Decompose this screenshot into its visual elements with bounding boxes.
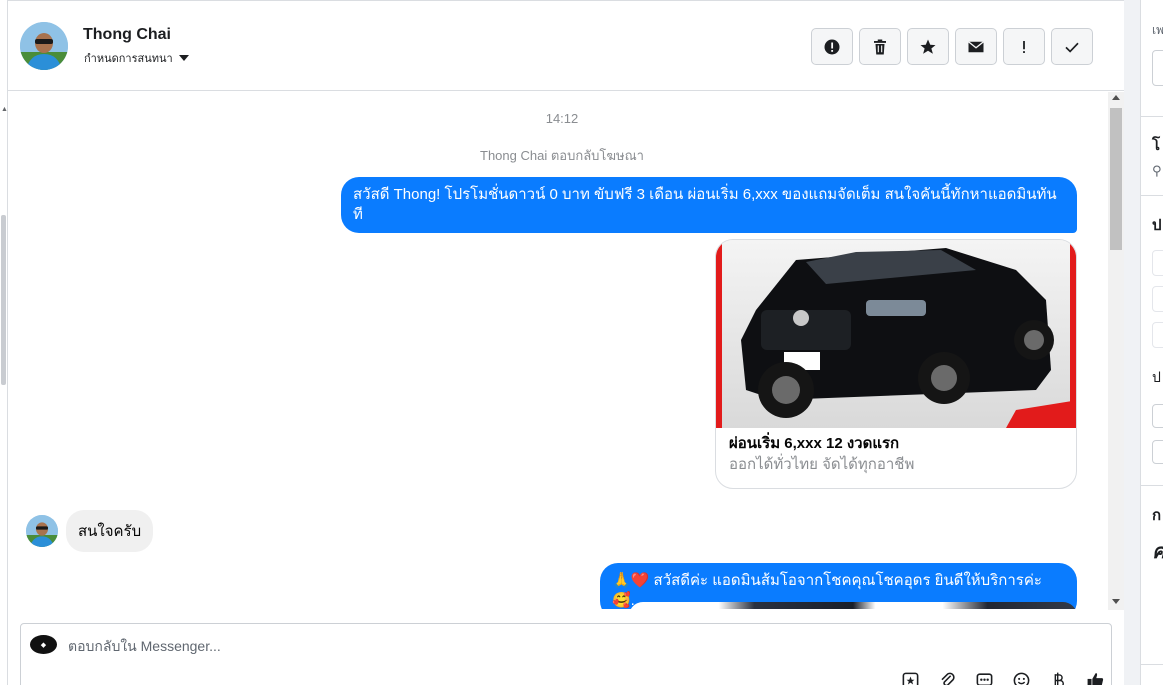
- details-field[interactable]: [1152, 404, 1163, 428]
- reply-input[interactable]: [68, 636, 768, 656]
- emoji-button[interactable]: [1010, 670, 1032, 685]
- composer-tools: [899, 670, 1106, 685]
- exclamation-icon: [1023, 40, 1025, 53]
- message-timestamp: 14:12: [545, 111, 579, 126]
- trash-icon: [874, 39, 886, 54]
- alert-circle-icon: [824, 39, 840, 54]
- ad-card-image[interactable]: [716, 240, 1076, 428]
- incoming-message[interactable]: สนใจครับ: [66, 510, 154, 552]
- details-field[interactable]: [1152, 440, 1163, 464]
- thumbs-up-icon: [1087, 672, 1103, 685]
- scroll-down-arrow-icon[interactable]: [1112, 599, 1120, 604]
- like-button[interactable]: [1084, 670, 1106, 685]
- pickup-truck-image: [716, 240, 1076, 428]
- contact-name[interactable]: Thong Chai: [83, 26, 171, 44]
- divider: [1141, 664, 1163, 665]
- saved-reply-icon: [902, 672, 918, 685]
- conversation-header: Thong Chai กำหนดการสนทนา: [8, 0, 1124, 91]
- details-heading: ป: [1152, 217, 1162, 234]
- left-scroll-arrow-icon[interactable]: ▲: [1, 106, 8, 113]
- scroll-up-arrow-icon[interactable]: [1112, 95, 1120, 100]
- scrollbar-thumb[interactable]: [1110, 108, 1122, 250]
- check-icon: [1065, 42, 1079, 53]
- inbox-window: ▲ Thong Chai กำหนดการสนทนา 14:12 Thong C…: [0, 0, 1163, 685]
- label-chip[interactable]: [1152, 322, 1163, 348]
- contact-details-panel: เพ โ ⚲ ป ป ก ค: [1140, 0, 1163, 685]
- attach-button[interactable]: [936, 670, 958, 685]
- star-button[interactable]: [907, 28, 949, 65]
- details-heading: ก: [1152, 507, 1162, 524]
- delete-button[interactable]: [859, 28, 901, 65]
- payment-button[interactable]: [1047, 670, 1069, 685]
- label-chip[interactable]: [1152, 286, 1163, 312]
- conversation-scrollbar[interactable]: [1108, 92, 1124, 610]
- divider: [1141, 195, 1163, 196]
- star-icon: [920, 39, 936, 54]
- left-scrollbar-thumb[interactable]: [1, 215, 6, 385]
- chat-dots-icon: [976, 672, 992, 685]
- contact-avatar[interactable]: [20, 22, 68, 70]
- follow-up-button[interactable]: [1003, 28, 1045, 65]
- saved-reply-button[interactable]: [899, 670, 921, 685]
- header-actions: [811, 28, 1093, 65]
- ad-card[interactable]: ผ่อนเริ่ม 6,xxx 12 งวดแรก ออกได้ทั่วไทย …: [715, 239, 1077, 489]
- location-pin-icon: ⚲: [1152, 163, 1162, 178]
- message-list[interactable]: 14:12 Thong Chai ตอบกลับโฆษณา สวัสดี Tho…: [8, 92, 1108, 609]
- divider: [1141, 485, 1163, 486]
- mark-unread-button[interactable]: [955, 28, 997, 65]
- details-fragment: เพ: [1152, 23, 1163, 37]
- details-fragment: ค: [1152, 535, 1163, 567]
- panel-gap: [1124, 0, 1140, 685]
- more-options-button[interactable]: [973, 670, 995, 685]
- label-chip[interactable]: [1152, 250, 1163, 276]
- contact-avatar-small[interactable]: [26, 515, 58, 547]
- envelope-icon: [968, 40, 984, 52]
- conversation-label-dropdown[interactable]: กำหนดการสนทนา: [84, 49, 189, 67]
- ad-card-subtitle: ออกได้ทั่วไทย จัดได้ทุกอาชีพ: [729, 456, 915, 473]
- smiley-icon: [1013, 672, 1029, 685]
- left-panel-edge: ▲: [0, 0, 8, 685]
- outgoing-message[interactable]: สวัสดี Thong! โปรโมชั่นดาวน์ 0 บาท ขับฟร…: [341, 177, 1077, 233]
- divider: [1141, 116, 1163, 117]
- ad-card-preview[interactable]: [629, 602, 1077, 609]
- reply-composer: ◆: [20, 623, 1112, 685]
- details-fragment: ป: [1152, 369, 1161, 385]
- spam-button[interactable]: [811, 28, 853, 65]
- page-avatar: ◆: [30, 635, 57, 654]
- details-field[interactable]: [1152, 50, 1163, 86]
- ad-reply-note: Thong Chai ตอบกลับโฆษณา: [480, 148, 644, 163]
- details-heading: โ: [1152, 137, 1161, 154]
- done-button[interactable]: [1051, 28, 1093, 65]
- baht-icon: [1054, 672, 1064, 685]
- conversation-label-text: กำหนดการสนทนา: [84, 53, 173, 65]
- contact-avatar-image: [20, 22, 68, 70]
- contact-avatar-image: [26, 515, 58, 547]
- caret-down-icon: [178, 55, 189, 61]
- paperclip-icon: [940, 672, 955, 685]
